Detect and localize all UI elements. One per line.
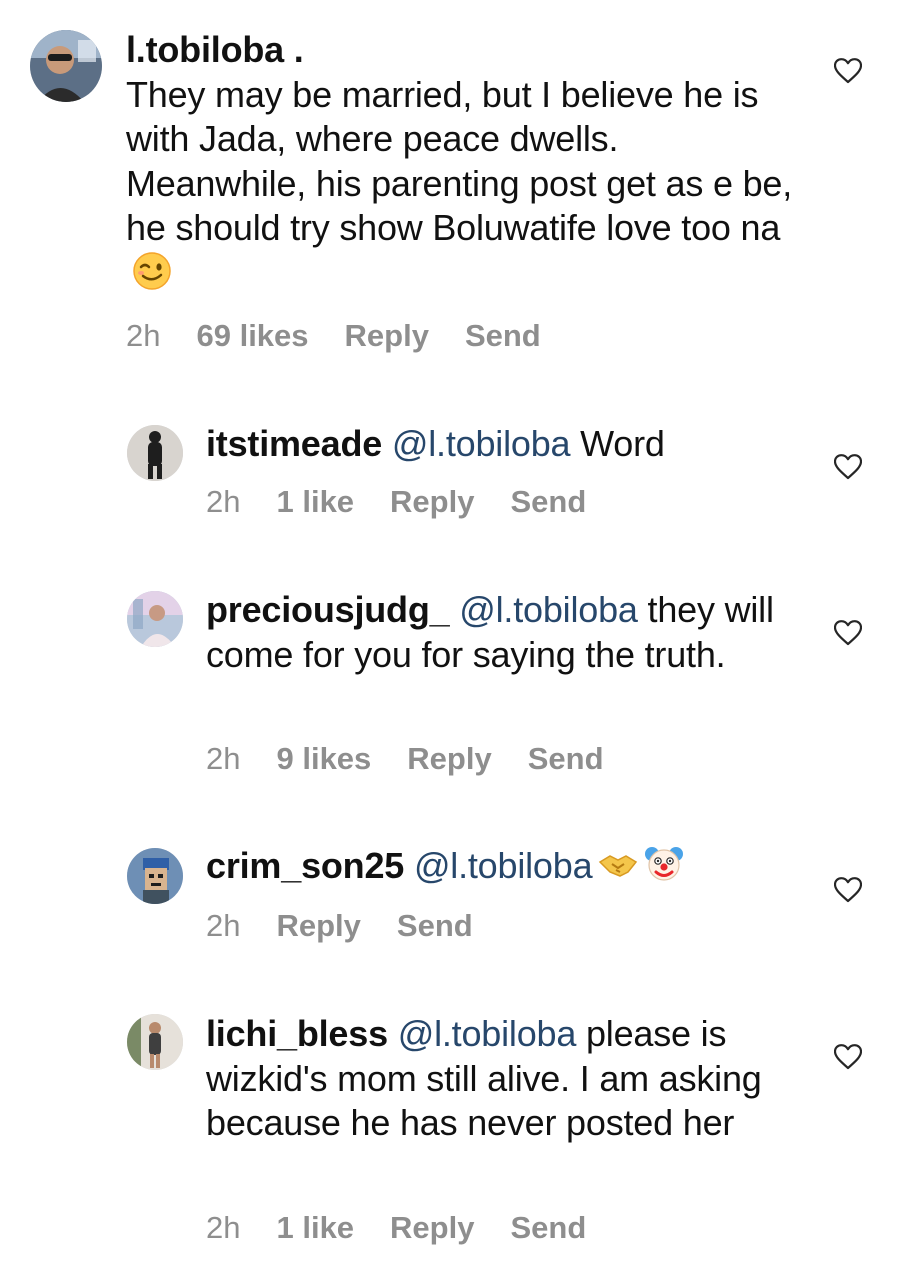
comment-likes[interactable]: 69 likes <box>196 318 308 353</box>
comment-username[interactable]: crim_son25 <box>206 845 404 886</box>
send-button[interactable]: Send <box>510 484 586 519</box>
comment-likes[interactable]: 9 likes <box>276 741 371 776</box>
reply-button[interactable]: Reply <box>390 1210 474 1245</box>
avatar[interactable] <box>127 848 183 904</box>
heart-outline-icon[interactable] <box>834 1044 862 1070</box>
comment-body: itstimeade @l.tobiloba Word <box>206 422 806 467</box>
comment-time: 2h <box>126 318 161 353</box>
heart-outline-icon[interactable] <box>834 454 862 480</box>
comment-mention[interactable]: @l.tobiloba <box>398 1013 577 1054</box>
comment-time: 2h <box>206 741 241 776</box>
heart-outline-icon[interactable] <box>834 620 862 646</box>
reply-button[interactable]: Reply <box>390 484 474 519</box>
avatar[interactable] <box>127 1014 183 1070</box>
send-button[interactable]: Send <box>465 318 541 353</box>
comment-mention[interactable]: @l.tobiloba <box>459 589 638 630</box>
send-button[interactable]: Send <box>397 908 473 943</box>
comment-username[interactable]: l.tobiloba . <box>126 29 304 70</box>
handshake-emoji <box>598 844 638 884</box>
reply-button[interactable]: Reply <box>345 318 429 353</box>
avatar[interactable] <box>127 425 183 481</box>
comment-time: 2h <box>206 908 241 943</box>
clown-face-emoji <box>644 844 684 884</box>
comment-text: Word <box>580 423 665 464</box>
comment-meta: 2h Reply Send <box>206 908 509 944</box>
comment-likes[interactable]: 1 like <box>276 1210 354 1245</box>
comment-time: 2h <box>206 1210 241 1245</box>
comment-body: crim_son25 @l.tobiloba <box>206 844 806 889</box>
heart-outline-icon[interactable] <box>834 58 862 84</box>
send-button[interactable]: Send <box>510 1210 586 1245</box>
comment-meta: 2h 1 like Reply Send <box>206 484 622 520</box>
heart-outline-icon[interactable] <box>834 877 862 903</box>
comment-mention[interactable]: @l.tobiloba <box>414 845 593 886</box>
comment-time: 2h <box>206 484 241 519</box>
avatar[interactable] <box>127 591 183 647</box>
comment-likes[interactable]: 1 like <box>276 484 354 519</box>
comment-username[interactable]: preciousjudg_ <box>206 589 450 630</box>
reply-button[interactable]: Reply <box>407 741 491 776</box>
comment-body: lichi_bless @l.tobiloba please is wizkid… <box>206 1012 806 1146</box>
send-button[interactable]: Send <box>528 741 604 776</box>
comment-mention[interactable]: @l.tobiloba <box>392 423 571 464</box>
comment-text: They may be married, but I believe he is… <box>126 73 793 249</box>
winking-face-emoji <box>132 251 172 291</box>
reply-button[interactable]: Reply <box>276 908 360 943</box>
comment-meta: 2h 69 likes Reply Send <box>126 318 577 354</box>
comment-meta: 2h 9 likes Reply Send <box>206 741 640 777</box>
avatar[interactable] <box>30 30 102 102</box>
comment-username[interactable]: itstimeade <box>206 423 382 464</box>
comment-body: l.tobiloba . They may be married, but I … <box>126 28 806 295</box>
comment-body: preciousjudg_ @l.tobiloba they will come… <box>206 588 806 677</box>
comment-meta: 2h 1 like Reply Send <box>206 1210 622 1246</box>
comment-username[interactable]: lichi_bless <box>206 1013 388 1054</box>
